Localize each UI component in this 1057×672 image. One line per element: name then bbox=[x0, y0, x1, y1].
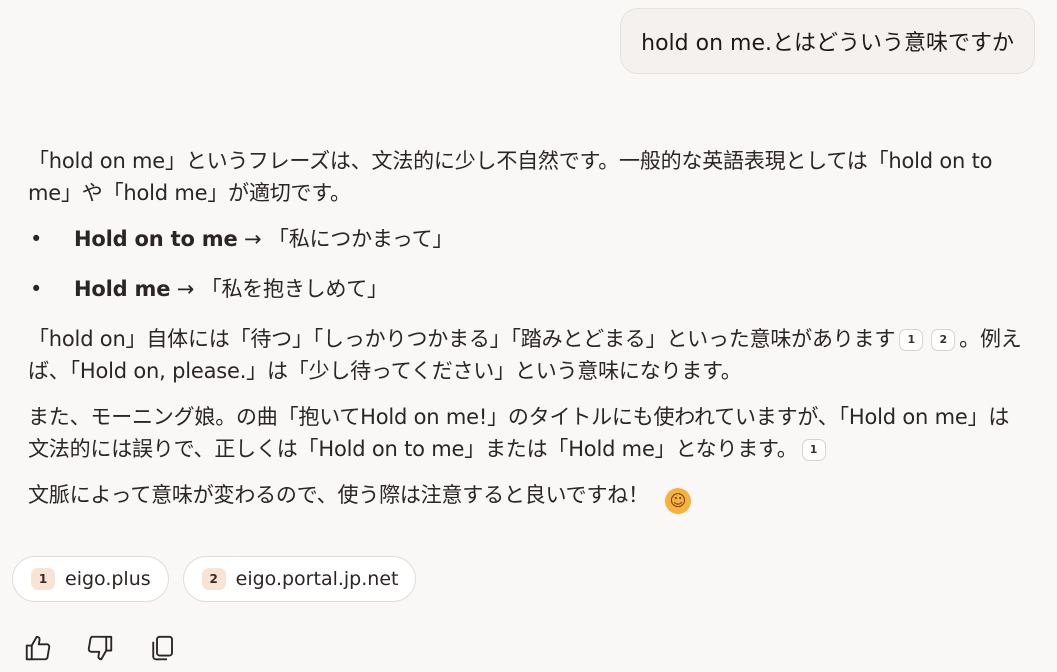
paragraph-text: また、モーニング娘。の曲「抱いてHold on me!」のタイトルにも使われてい… bbox=[28, 405, 1010, 461]
response-intro: 「hold on me」というフレーズは、文法的に少し不自然です。一般的な英語表… bbox=[28, 149, 993, 205]
bullet-term: Hold on to me bbox=[74, 227, 238, 251]
like-button[interactable] bbox=[22, 632, 54, 664]
bullet-term: Hold me bbox=[74, 277, 171, 301]
copy-button[interactable] bbox=[146, 632, 178, 664]
bullet-meaning: 「私を抱きしめて」 bbox=[200, 277, 388, 301]
thumbs-up-icon bbox=[25, 635, 51, 661]
bullet-arrow: → bbox=[170, 277, 201, 301]
paragraph-text: 「hold on」自体には「待つ」「しっかりつかまる」「踏みとどまる」といった意… bbox=[28, 327, 896, 351]
source-list: 1 eigo.plus 2 eigo.portal.jp.net bbox=[12, 556, 417, 602]
source-label: eigo.portal.jp.net bbox=[235, 568, 399, 590]
response-paragraph-song: また、モーニング娘。の曲「抱いてHold on me!」のタイトルにも使われてい… bbox=[28, 401, 1028, 465]
user-message-bubble: hold on me.とはどういう意味ですか bbox=[620, 8, 1035, 74]
bullet-item: • Hold on to me → 「私につかまって」 bbox=[28, 223, 1028, 255]
user-message-text: hold on me.とはどういう意味ですか bbox=[641, 31, 1014, 56]
response-actions bbox=[22, 632, 178, 664]
source-chip[interactable]: 1 eigo.plus bbox=[12, 556, 169, 602]
response-paragraph-hold-on: 「hold on」自体には「待つ」「しっかりつかまる」「踏みとどまる」といった意… bbox=[28, 323, 1028, 387]
citation-badge[interactable]: 1 bbox=[899, 329, 924, 351]
citation-badge[interactable]: 1 bbox=[801, 439, 826, 461]
bullet-item: • Hold me → 「私を抱きしめて」 bbox=[28, 273, 1028, 305]
bullet-dot: • bbox=[30, 277, 43, 301]
copy-icon bbox=[152, 635, 173, 661]
bullet-dot: • bbox=[30, 227, 43, 251]
source-number: 1 bbox=[31, 568, 55, 590]
source-label: eigo.plus bbox=[65, 568, 151, 590]
paragraph-text: 文脈によって意味が変わるので、使う際は注意すると良いですね！ bbox=[28, 483, 649, 507]
source-number: 2 bbox=[201, 568, 226, 590]
thumbs-down-icon bbox=[87, 635, 113, 661]
bullet-meaning: 「私につかまって」 bbox=[267, 227, 454, 251]
response-closing: 文脈によって意味が変わるので、使う際は注意すると良いですね！ ☺ bbox=[28, 479, 1028, 514]
assistant-response: 「hold on me」というフレーズは、文法的に少し不自然です。一般的な英語表… bbox=[28, 145, 1028, 528]
bullet-arrow: → bbox=[237, 227, 268, 251]
source-chip[interactable]: 2 eigo.portal.jp.net bbox=[182, 556, 417, 602]
smile-emoji-icon: ☺ bbox=[664, 488, 691, 514]
dislike-button[interactable] bbox=[84, 632, 116, 664]
citation-badge[interactable]: 2 bbox=[931, 329, 956, 351]
